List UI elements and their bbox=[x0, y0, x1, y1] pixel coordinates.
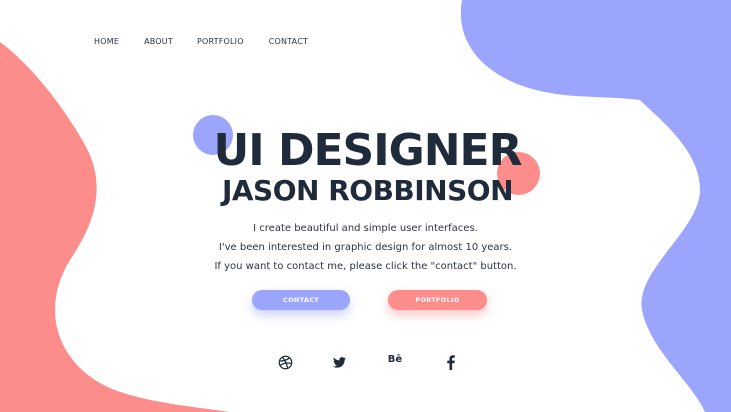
dribbble-icon[interactable] bbox=[276, 352, 294, 372]
landing-page: HOME ABOUT PORTFOLIO CONTACT UI DESIGNER… bbox=[0, 0, 731, 412]
nav-contact[interactable]: CONTACT bbox=[269, 37, 308, 46]
portfolio-button[interactable]: PORTFOLIO bbox=[388, 290, 487, 310]
description-line: I've been interested in graphic design f… bbox=[218, 242, 513, 253]
description-line: If you want to contact me, please click … bbox=[214, 261, 517, 272]
contact-button[interactable]: CONTACT bbox=[252, 290, 350, 310]
nav-home[interactable]: HOME bbox=[94, 37, 119, 46]
behance-icon[interactable]: Bē bbox=[386, 352, 404, 372]
nav-portfolio[interactable]: PORTFOLIO bbox=[197, 37, 244, 46]
main-nav: HOME ABOUT PORTFOLIO CONTACT bbox=[94, 37, 308, 46]
hero-title: UI DESIGNER bbox=[213, 125, 523, 176]
facebook-icon[interactable] bbox=[443, 352, 459, 372]
hero-name: JASON ROBBINSON bbox=[221, 174, 514, 207]
nav-about[interactable]: ABOUT bbox=[144, 37, 173, 46]
behance-label: Bē bbox=[387, 353, 403, 365]
twitter-icon[interactable] bbox=[331, 352, 347, 372]
hero-description: I create beautiful and simple user inter… bbox=[0, 219, 731, 276]
description-line: I create beautiful and simple user inter… bbox=[253, 223, 478, 234]
